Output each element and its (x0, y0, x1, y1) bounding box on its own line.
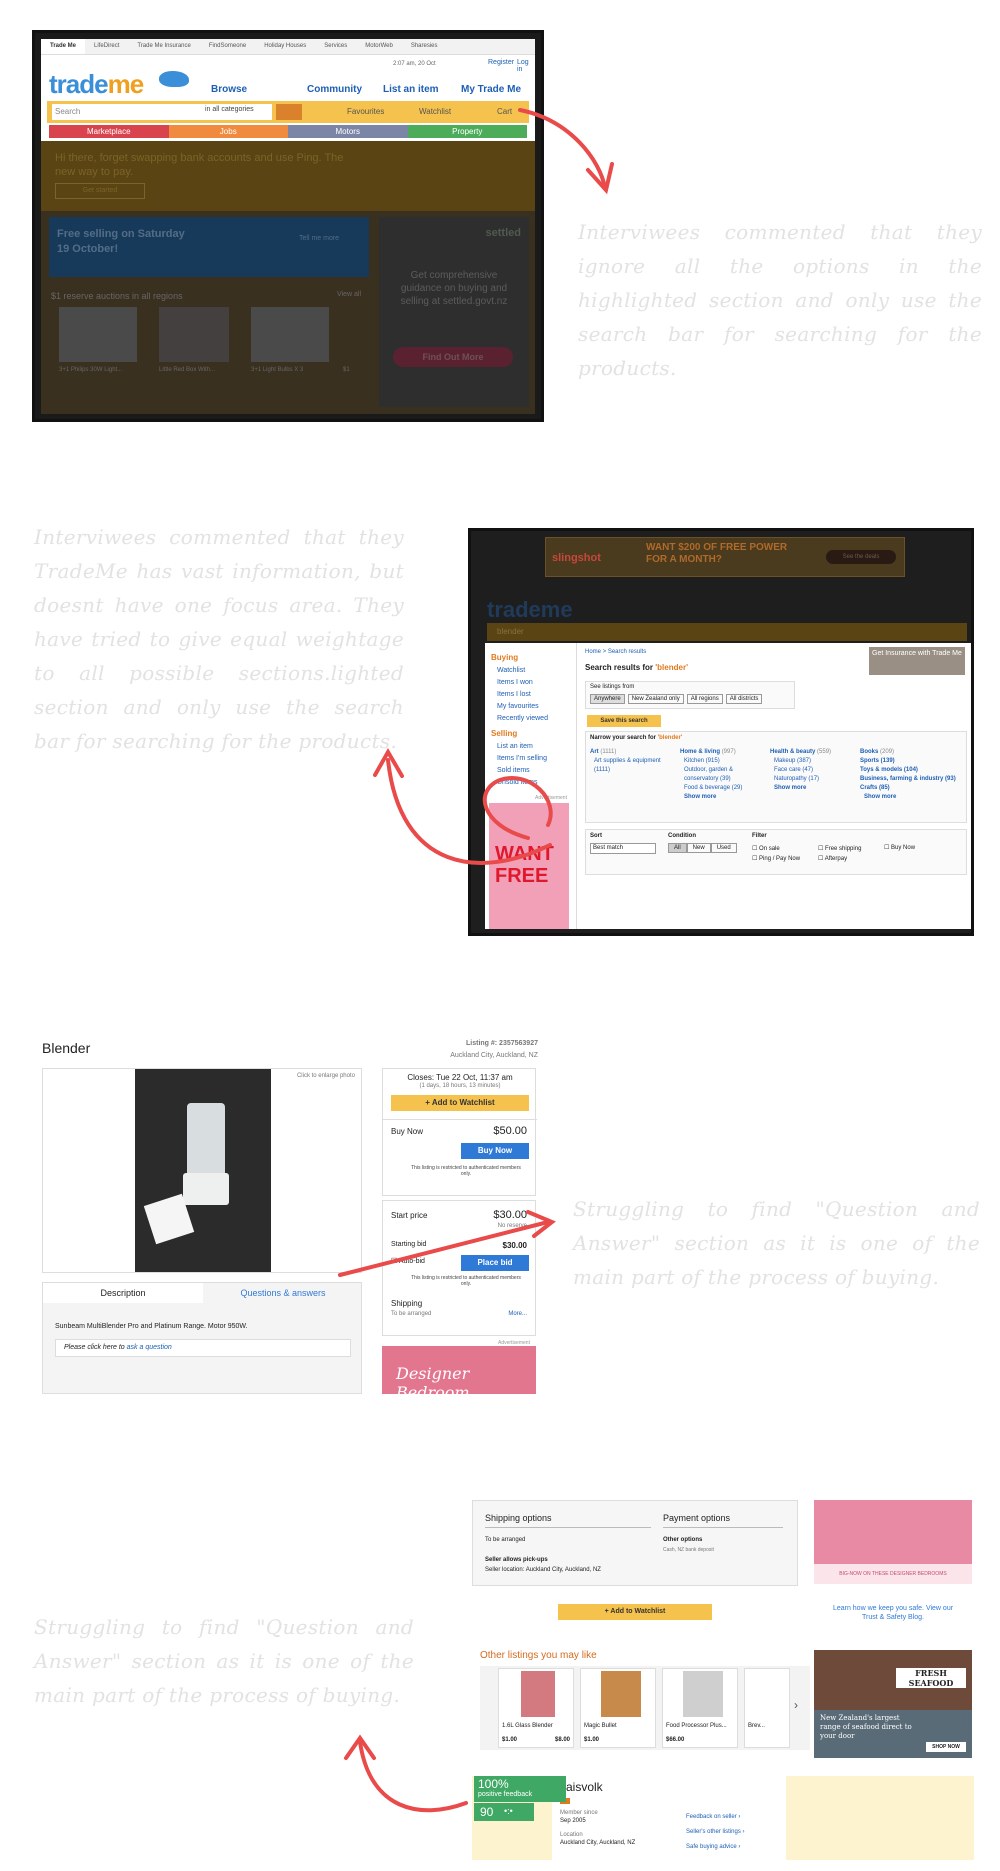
arrow-to-note-2 (373, 747, 552, 865)
arrow-to-note-4 (344, 1734, 468, 1813)
arrow-to-note-1 (518, 108, 614, 195)
annotation-arrows (338, 108, 614, 1813)
highlight-circle-sidebar (482, 776, 553, 840)
arrow-to-qa-tab (338, 1210, 556, 1277)
